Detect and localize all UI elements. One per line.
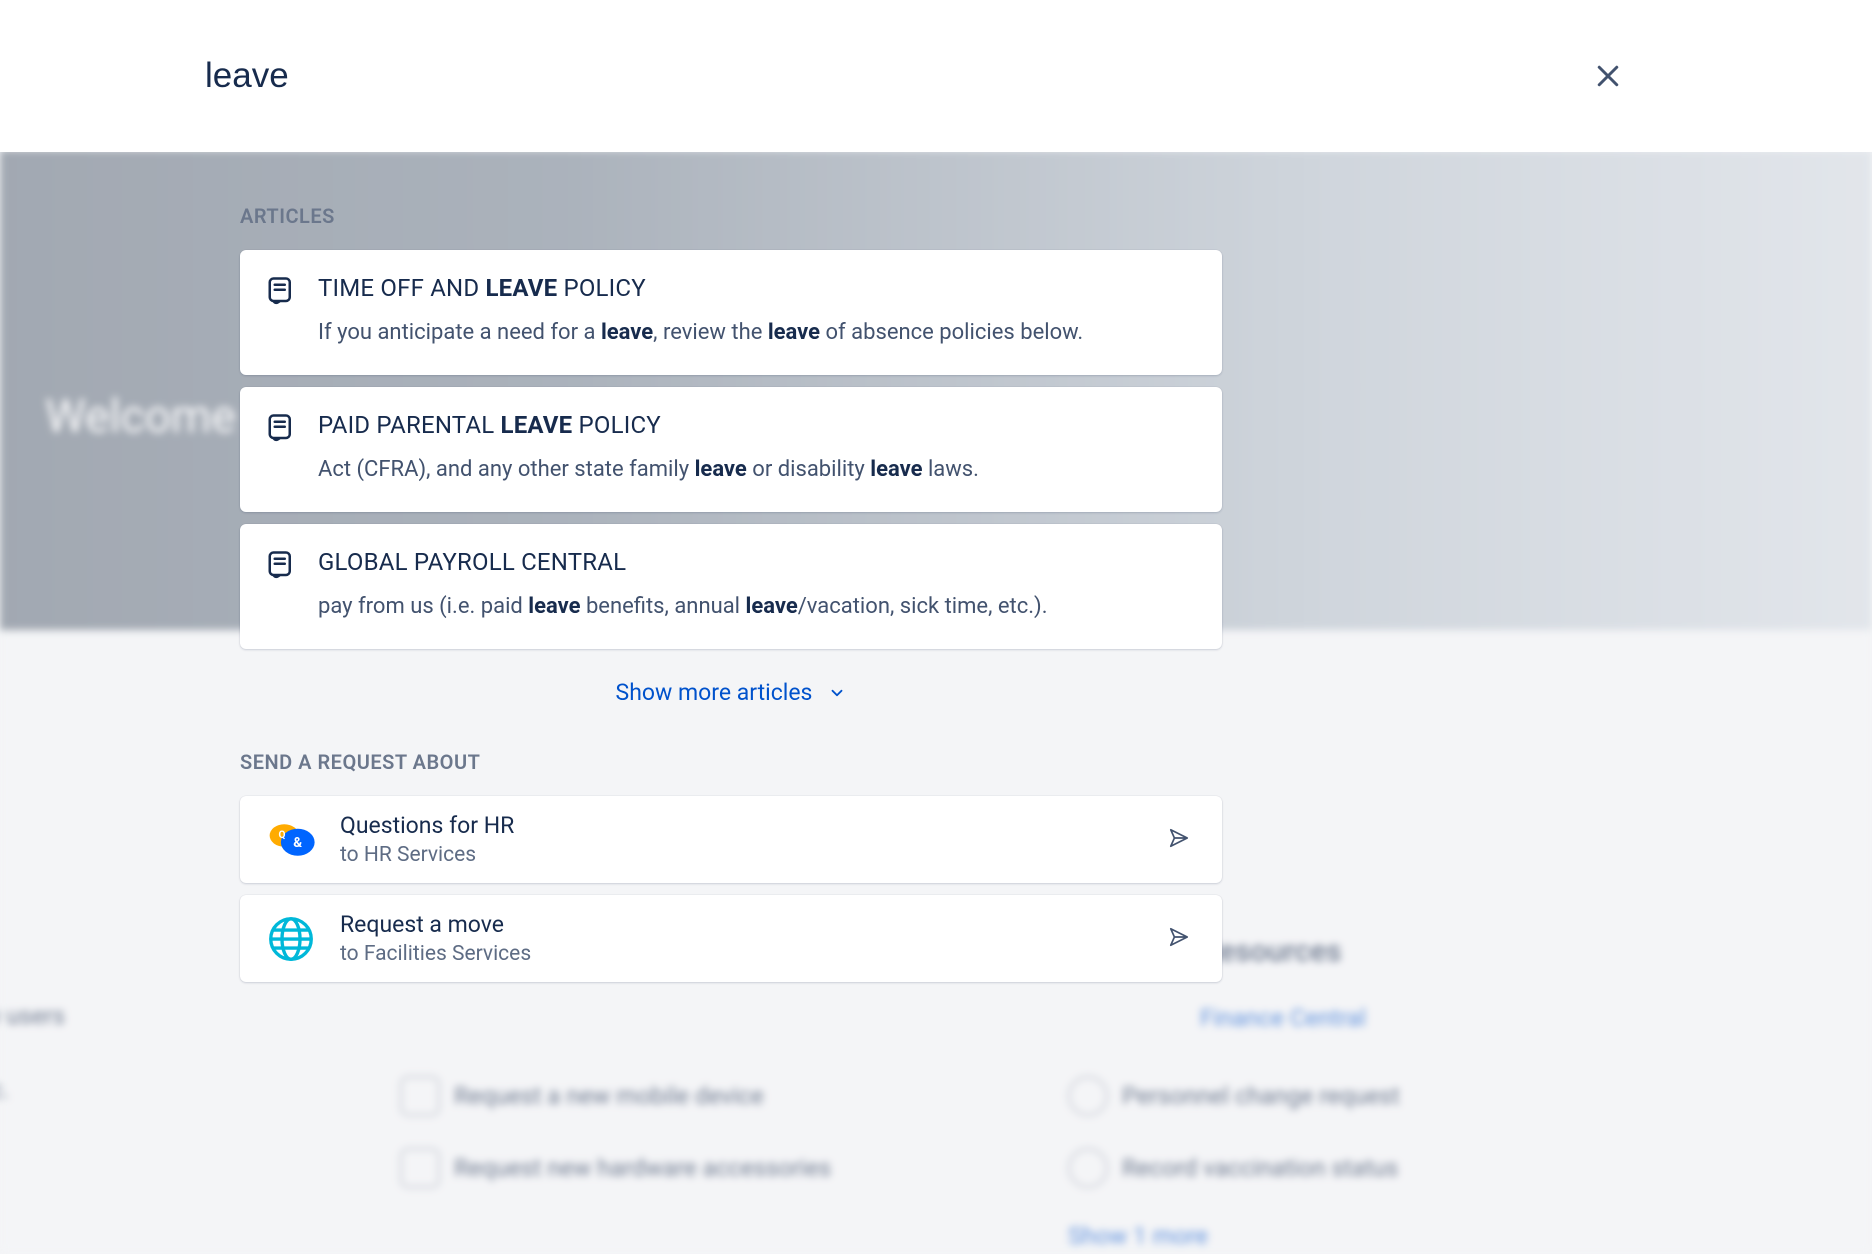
article-card[interactable]: PAID PARENTAL LEAVE POLICY Act (CFRA), a… — [240, 387, 1222, 512]
request-list: & Q Questions for HR to HR Services — [240, 796, 1872, 982]
show-more-articles[interactable]: Show more articles — [240, 679, 1222, 706]
qa-icon: & Q — [264, 813, 318, 867]
article-icon — [266, 550, 296, 580]
articles-section-label: ARTICLES — [240, 204, 1872, 228]
request-title: Request a move — [340, 911, 1146, 938]
request-card[interactable]: Request a move to Facilities Services — [240, 895, 1222, 982]
article-card[interactable]: TIME OFF AND LEAVE POLICY If you anticip… — [240, 250, 1222, 375]
article-title: TIME OFF AND LEAVE POLICY — [318, 274, 1192, 302]
svg-text:Q: Q — [279, 829, 286, 840]
send-icon — [1168, 827, 1194, 853]
article-icon — [266, 413, 296, 443]
close-button[interactable] — [1584, 52, 1632, 100]
article-card[interactable]: GLOBAL PAYROLL CENTRAL pay from us (i.e.… — [240, 524, 1222, 649]
article-title: GLOBAL PAYROLL CENTRAL — [318, 548, 1192, 576]
article-icon — [266, 276, 296, 306]
globe-icon — [264, 912, 318, 966]
request-destination: to HR Services — [340, 843, 1146, 867]
article-title: PAID PARENTAL LEAVE POLICY — [318, 411, 1192, 439]
article-snippet: Act (CFRA), and any other state family l… — [318, 453, 1192, 486]
svg-text:&: & — [293, 834, 302, 850]
article-snippet: pay from us (i.e. paid leave benefits, a… — [318, 590, 1192, 623]
article-list: TIME OFF AND LEAVE POLICY If you anticip… — [240, 250, 1222, 649]
close-icon — [1593, 61, 1623, 91]
send-icon — [1168, 926, 1194, 952]
search-input[interactable] — [205, 56, 1584, 96]
request-card[interactable]: & Q Questions for HR to HR Services — [240, 796, 1222, 883]
show-more-label: Show more articles — [616, 679, 813, 706]
request-title: Questions for HR — [340, 812, 1146, 839]
search-bar — [0, 0, 1872, 152]
search-results: ARTICLES TIME OFF AND LEAVE POLICY If yo… — [0, 152, 1872, 1254]
chevron-down-icon — [828, 684, 846, 702]
article-snippet: If you anticipate a need for a leave, re… — [318, 316, 1192, 349]
request-destination: to Facilities Services — [340, 942, 1146, 966]
request-section-label: SEND A REQUEST ABOUT — [240, 750, 1872, 774]
